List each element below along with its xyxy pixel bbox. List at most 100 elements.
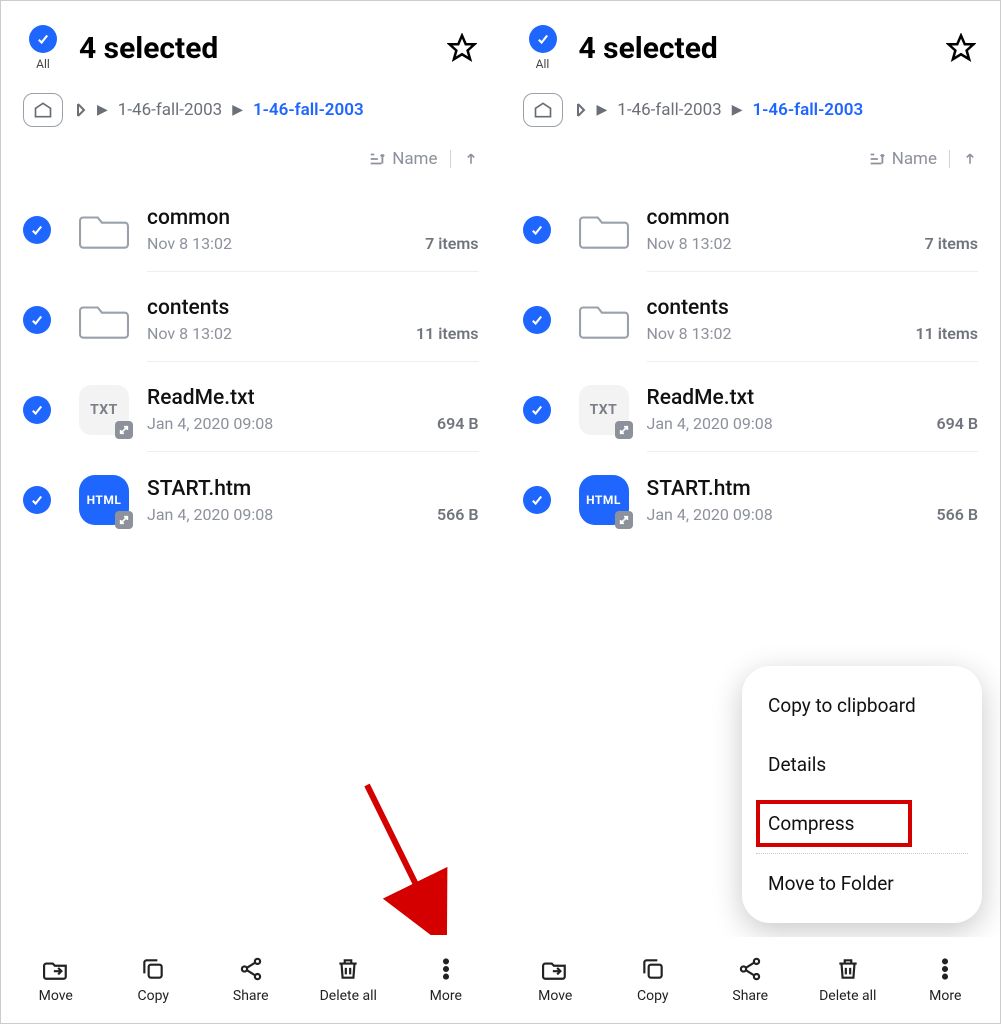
breadcrumb-item-current[interactable]: 1-46-fall-2003: [752, 100, 863, 120]
sort-label[interactable]: Name: [392, 149, 437, 169]
storage-icon: [573, 102, 587, 118]
favorite-button[interactable]: [944, 31, 978, 65]
file-name: common: [147, 206, 479, 230]
bottom-toolbar: Move Copy Share Delete all More: [1, 937, 501, 1023]
copy-icon: [640, 956, 666, 982]
list-item[interactable]: HTML START.htm Jan 4, 2020 09:08566 B: [501, 455, 1001, 545]
row-checkbox[interactable]: [523, 216, 551, 244]
file-meta: 7 items: [925, 234, 978, 253]
file-date: Jan 4, 2020 09:08: [647, 505, 773, 524]
delete-all-button[interactable]: Delete all: [308, 956, 388, 1004]
share-icon: [737, 956, 763, 982]
star-icon: [946, 33, 976, 63]
star-icon: [447, 33, 477, 63]
row-checkbox[interactable]: [523, 306, 551, 334]
breadcrumb-home[interactable]: [523, 93, 563, 127]
screenshot-left: All 4 selected ▶ 1-46-fall-2003 ▶ 1-46-f…: [1, 1, 501, 1023]
row-checkbox[interactable]: [23, 216, 51, 244]
copy-icon: [140, 956, 166, 982]
sort-controls: Name: [501, 131, 1001, 177]
file-meta: 7 items: [425, 234, 478, 253]
chevron-right-icon: ▶: [597, 102, 608, 118]
header: All 4 selected: [1, 1, 501, 79]
row-checkbox[interactable]: [523, 486, 551, 514]
folder-icon: [77, 203, 131, 257]
menu-copy-clipboard[interactable]: Copy to clipboard: [742, 676, 982, 735]
breadcrumb-item-current[interactable]: 1-46-fall-2003: [253, 100, 364, 120]
list-item[interactable]: contents Nov 8 13:0211 items: [501, 275, 1001, 365]
check-icon: [29, 25, 57, 53]
move-button[interactable]: Move: [16, 956, 96, 1004]
list-item[interactable]: contents Nov 8 13:0211 items: [1, 275, 501, 365]
breadcrumb: ▶ 1-46-fall-2003 ▶ 1-46-fall-2003: [1, 79, 501, 131]
row-checkbox[interactable]: [23, 396, 51, 424]
chevron-right-icon: ▶: [732, 102, 743, 118]
more-menu: Copy to clipboard Details Compress Move …: [742, 666, 982, 923]
file-date: Jan 4, 2020 09:08: [147, 505, 273, 524]
header: All 4 selected: [501, 1, 1001, 79]
page-title: 4 selected: [79, 31, 445, 66]
folder-icon: [577, 203, 631, 257]
chevron-right-icon: ▶: [97, 102, 108, 118]
sort-icon[interactable]: [868, 150, 886, 168]
sort-direction-button[interactable]: [463, 151, 479, 167]
list-item[interactable]: HTML START.htm Jan 4, 2020 09:08566 B: [1, 455, 501, 545]
menu-details[interactable]: Details: [742, 735, 982, 794]
move-icon: [43, 956, 69, 982]
file-meta: 566 B: [437, 505, 479, 524]
file-name: START.htm: [147, 477, 479, 501]
copy-button[interactable]: Copy: [613, 956, 693, 1004]
file-name: START.htm: [647, 477, 979, 501]
move-button[interactable]: Move: [515, 956, 595, 1004]
sort-direction-button[interactable]: [962, 151, 978, 167]
select-all-label: All: [36, 57, 50, 71]
list-item[interactable]: TXT ReadMe.txt Jan 4, 2020 09:08694 B: [1, 365, 501, 455]
folder-icon: [577, 293, 631, 347]
row-checkbox[interactable]: [23, 306, 51, 334]
favorite-button[interactable]: [445, 31, 479, 65]
expand-icon: [115, 511, 133, 529]
html-file-icon: HTML: [577, 473, 631, 527]
select-all-toggle[interactable]: All: [523, 25, 563, 71]
file-meta: 694 B: [437, 414, 479, 433]
trash-icon: [335, 956, 361, 982]
copy-button[interactable]: Copy: [113, 956, 193, 1004]
breadcrumb-item[interactable]: 1-46-fall-2003: [617, 100, 721, 120]
delete-all-button[interactable]: Delete all: [808, 956, 888, 1004]
more-button[interactable]: More: [905, 956, 985, 1004]
file-name: ReadMe.txt: [147, 386, 479, 410]
sort-label[interactable]: Name: [892, 149, 937, 169]
storage-icon: [73, 102, 87, 118]
sort-icon[interactable]: [368, 150, 386, 168]
page-title: 4 selected: [579, 31, 945, 66]
file-date: Nov 8 13:02: [147, 234, 232, 253]
file-date: Jan 4, 2020 09:08: [647, 414, 773, 433]
folder-icon: [77, 293, 131, 347]
share-button[interactable]: Share: [211, 956, 291, 1004]
share-icon: [238, 956, 264, 982]
file-date: Jan 4, 2020 09:08: [147, 414, 273, 433]
list-item[interactable]: TXT ReadMe.txt Jan 4, 2020 09:08694 B: [501, 365, 1001, 455]
screenshot-right: All 4 selected ▶ 1-46-fall-2003 ▶ 1-46-f…: [501, 1, 1001, 1023]
move-icon: [542, 956, 568, 982]
breadcrumb-home[interactable]: [23, 93, 63, 127]
expand-icon: [115, 421, 133, 439]
breadcrumb-item[interactable]: 1-46-fall-2003: [118, 100, 222, 120]
list-item[interactable]: common Nov 8 13:02 7 items: [1, 185, 501, 275]
select-all-toggle[interactable]: All: [23, 25, 63, 71]
more-icon: [433, 956, 459, 982]
more-icon: [932, 956, 958, 982]
file-meta: 694 B: [936, 414, 978, 433]
row-checkbox[interactable]: [523, 396, 551, 424]
home-icon: [33, 101, 53, 119]
expand-icon: [615, 421, 633, 439]
list-item[interactable]: common Nov 8 13:027 items: [501, 185, 1001, 275]
share-button[interactable]: Share: [710, 956, 790, 1004]
divider: [450, 150, 451, 168]
more-button[interactable]: More: [406, 956, 486, 1004]
row-checkbox[interactable]: [23, 486, 51, 514]
file-name: ReadMe.txt: [647, 386, 979, 410]
menu-compress[interactable]: Compress: [742, 794, 982, 853]
menu-move-folder[interactable]: Move to Folder: [742, 854, 982, 913]
file-date: Nov 8 13:02: [647, 324, 732, 343]
